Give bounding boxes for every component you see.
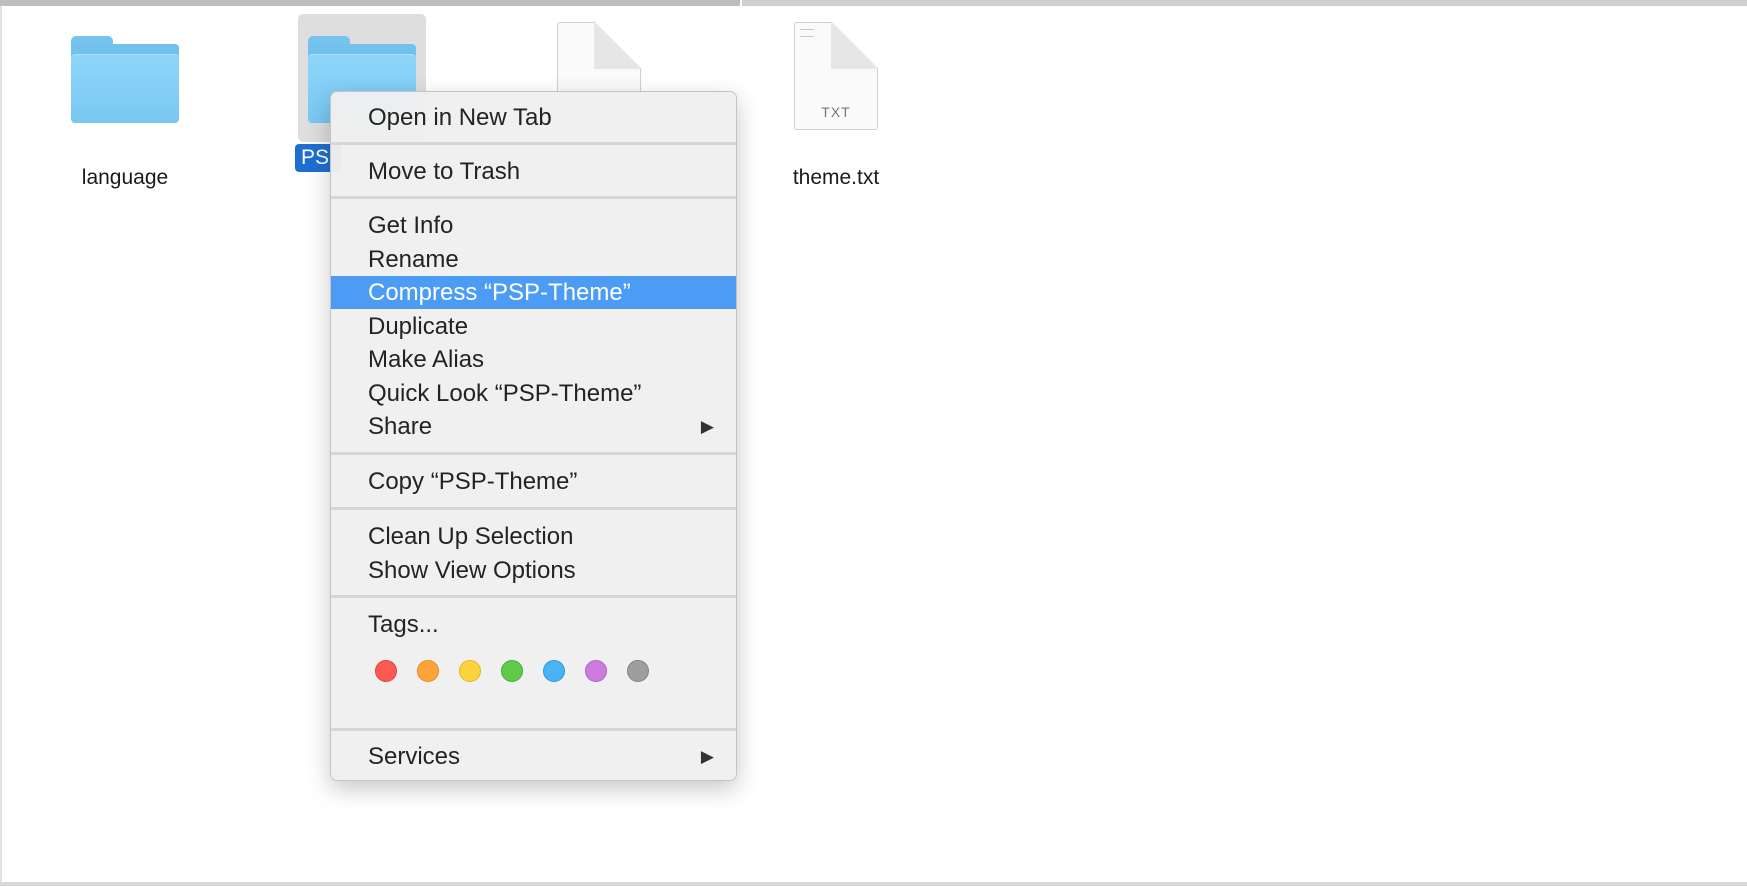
menu-item-get-info[interactable]: Get Info	[331, 209, 736, 242]
top-toolbar-edge	[0, 0, 1747, 6]
file-label: theme.txt	[792, 166, 880, 189]
menu-item-tags[interactable]: Tags...	[331, 608, 736, 641]
file-item-language[interactable]: language	[60, 20, 190, 189]
menu-separator	[331, 728, 736, 731]
menu-item-rename[interactable]: Rename	[331, 243, 736, 276]
tag-yellow-dot[interactable]	[459, 660, 481, 682]
submenu-arrow-icon: ▶	[700, 747, 714, 766]
menu-separator	[331, 452, 736, 455]
file-item-theme-txt[interactable]: TXT theme.txt	[771, 20, 901, 189]
status-bar-edge	[0, 882, 1747, 886]
window-left-edge	[0, 6, 2, 882]
menu-item-duplicate[interactable]: Duplicate	[331, 310, 736, 343]
menu-item-show-view-options[interactable]: Show View Options	[331, 554, 736, 587]
tag-purple-dot[interactable]	[585, 660, 607, 682]
menu-item-services-label: Services	[368, 743, 461, 770]
menu-separator	[331, 142, 736, 145]
folder-icon	[71, 36, 179, 123]
menu-item-share[interactable]: Share ▶	[331, 410, 736, 443]
tag-blue-dot[interactable]	[543, 660, 565, 682]
menu-item-services[interactable]: Services ▶	[331, 740, 736, 773]
menu-item-open-in-new-tab[interactable]: Open in New Tab	[331, 101, 736, 134]
tag-red-dot[interactable]	[375, 660, 397, 682]
file-label: language	[81, 166, 169, 189]
menu-item-copy[interactable]: Copy “PSP-Theme”	[331, 465, 736, 498]
menu-item-clean-up-selection[interactable]: Clean Up Selection	[331, 520, 736, 553]
toolbar-divider	[740, 0, 742, 6]
submenu-arrow-icon: ▶	[700, 417, 714, 436]
menu-separator	[331, 507, 736, 510]
menu-item-quick-look[interactable]: Quick Look “PSP-Theme”	[331, 377, 736, 410]
menu-item-compress[interactable]: Compress “PSP-Theme”	[331, 276, 736, 309]
menu-item-make-alias[interactable]: Make Alias	[331, 343, 736, 376]
toolbar-segment-left	[0, 0, 740, 6]
tag-gray-dot[interactable]	[627, 660, 649, 682]
menu-separator	[331, 595, 736, 598]
file-extension-badge: TXT	[821, 104, 851, 120]
text-document-icon: TXT	[794, 21, 879, 130]
menu-separator	[331, 196, 736, 199]
tag-orange-dot[interactable]	[417, 660, 439, 682]
context-menu: Open in New Tab Move to Trash Get Info R…	[330, 91, 737, 781]
menu-item-share-label: Share	[368, 413, 433, 440]
tag-green-dot[interactable]	[501, 660, 523, 682]
menu-item-move-to-trash[interactable]: Move to Trash	[331, 155, 736, 188]
